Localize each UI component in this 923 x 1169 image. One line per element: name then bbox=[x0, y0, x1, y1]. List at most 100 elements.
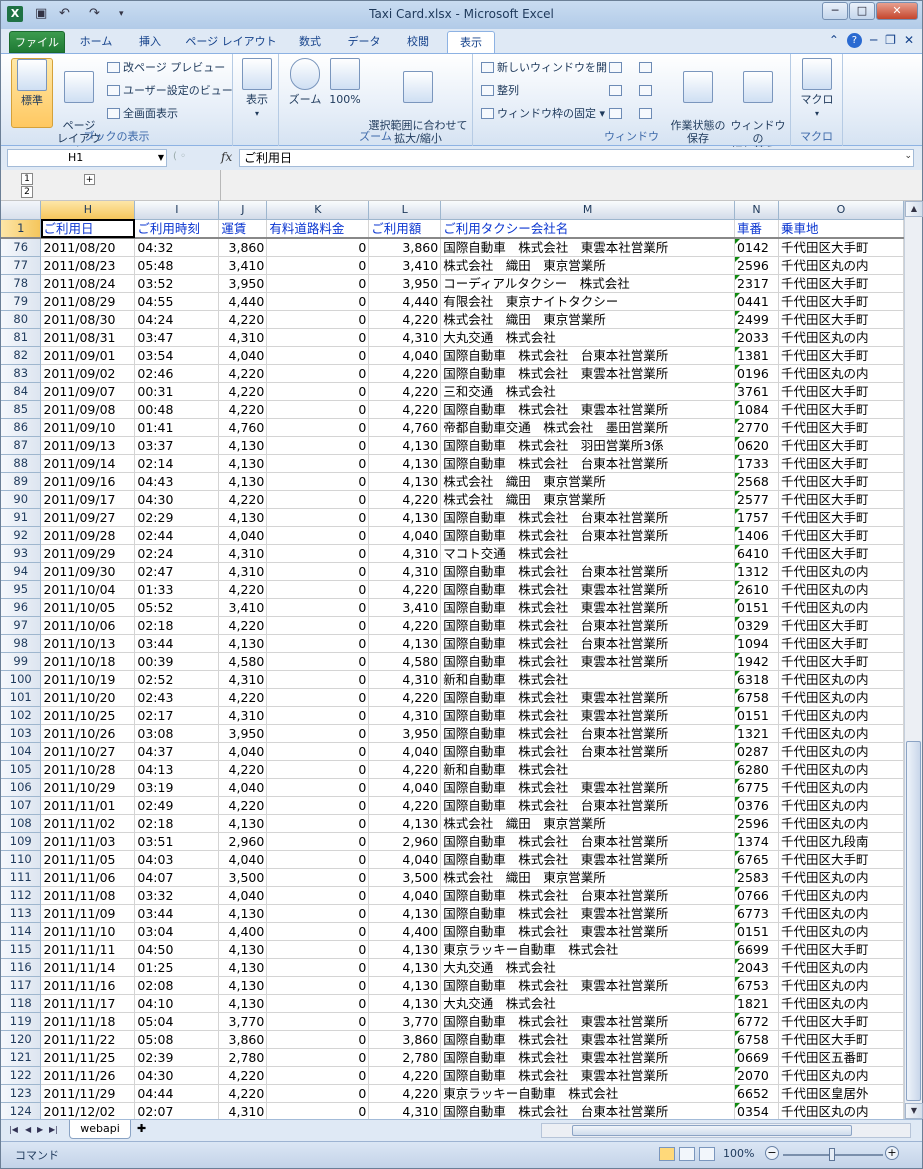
formula-input[interactable]: ご利用日 bbox=[239, 149, 914, 167]
toll-cell[interactable]: 0 bbox=[266, 940, 370, 959]
company-cell[interactable]: 大丸交通 株式会社 bbox=[440, 994, 736, 1013]
date-cell[interactable]: 2011/08/24 bbox=[40, 274, 136, 293]
time-cell[interactable]: 04:30 bbox=[134, 490, 220, 509]
toll-cell[interactable]: 0 bbox=[266, 490, 370, 509]
freeze-panes-button[interactable]: ウィンドウ枠の固定 ▾ bbox=[481, 106, 605, 122]
date-cell[interactable]: 2011/11/10 bbox=[40, 922, 136, 941]
header-cell-fare[interactable]: 運賃 bbox=[218, 219, 268, 238]
toll-cell[interactable]: 0 bbox=[266, 652, 370, 671]
amount-cell[interactable]: 4,310 bbox=[368, 562, 442, 581]
fare-cell[interactable]: 4,440 bbox=[218, 292, 268, 311]
outline-level-2-button[interactable]: 2 bbox=[21, 186, 33, 198]
company-cell[interactable]: 帝都自動車交通 株式会社 墨田営業所 bbox=[440, 418, 736, 437]
row-header[interactable]: 116 bbox=[1, 958, 42, 977]
time-cell[interactable]: 00:48 bbox=[134, 400, 220, 419]
toll-cell[interactable]: 0 bbox=[266, 544, 370, 563]
time-cell[interactable]: 04:55 bbox=[134, 292, 220, 311]
toll-cell[interactable]: 0 bbox=[266, 634, 370, 653]
column-header[interactable]: M bbox=[440, 201, 736, 220]
date-cell[interactable]: 2011/10/20 bbox=[40, 688, 136, 707]
row-header[interactable]: 124 bbox=[1, 1102, 42, 1119]
fare-cell[interactable]: 4,130 bbox=[218, 436, 268, 455]
row-header[interactable]: 81 bbox=[1, 328, 42, 347]
car-number-cell[interactable]: 0669 bbox=[734, 1048, 780, 1067]
page-break-status-icon[interactable] bbox=[699, 1147, 715, 1161]
amount-cell[interactable]: 3,860 bbox=[368, 1030, 442, 1049]
amount-cell[interactable]: 4,440 bbox=[368, 292, 442, 311]
company-cell[interactable]: 国際自動車 株式会社 東雲本社営業所 bbox=[440, 400, 736, 419]
amount-cell[interactable]: 3,860 bbox=[368, 237, 442, 257]
close-button[interactable]: ✕ bbox=[876, 2, 918, 20]
toll-cell[interactable]: 0 bbox=[266, 580, 370, 599]
company-cell[interactable]: 国際自動車 株式会社 東雲本社営業所 bbox=[440, 1030, 736, 1049]
toll-cell[interactable]: 0 bbox=[266, 724, 370, 743]
date-cell[interactable]: 2011/10/28 bbox=[40, 760, 136, 779]
company-cell[interactable]: 国際自動車 株式会社 東雲本社営業所 bbox=[440, 688, 736, 707]
fare-cell[interactable]: 4,220 bbox=[218, 1084, 268, 1103]
row-header[interactable]: 80 bbox=[1, 310, 42, 329]
pickup-cell[interactable]: 千代田区大手町 bbox=[778, 310, 904, 329]
amount-cell[interactable]: 2,960 bbox=[368, 832, 442, 851]
outline-level-1-button[interactable]: 1 bbox=[21, 173, 33, 185]
doc-close-icon[interactable]: ✕ bbox=[904, 33, 914, 48]
date-cell[interactable]: 2011/10/26 bbox=[40, 724, 136, 743]
pickup-cell[interactable]: 千代田区丸の内 bbox=[778, 958, 904, 977]
time-cell[interactable]: 03:19 bbox=[134, 778, 220, 797]
fare-cell[interactable]: 4,310 bbox=[218, 1102, 268, 1119]
date-cell[interactable]: 2011/11/06 bbox=[40, 868, 136, 887]
date-cell[interactable]: 2011/11/29 bbox=[40, 1084, 136, 1103]
row-header[interactable]: 122 bbox=[1, 1066, 42, 1085]
company-cell[interactable]: 国際自動車 株式会社 台東本社営業所 bbox=[440, 634, 736, 653]
amount-cell[interactable]: 4,220 bbox=[368, 760, 442, 779]
amount-cell[interactable]: 3,950 bbox=[368, 724, 442, 743]
amount-cell[interactable]: 4,310 bbox=[368, 544, 442, 563]
fare-cell[interactable]: 4,130 bbox=[218, 634, 268, 653]
fare-cell[interactable]: 4,400 bbox=[218, 922, 268, 941]
fare-cell[interactable]: 4,580 bbox=[218, 652, 268, 671]
normal-view-status-icon[interactable] bbox=[659, 1147, 675, 1161]
date-cell[interactable]: 2011/11/18 bbox=[40, 1012, 136, 1031]
time-cell[interactable]: 01:33 bbox=[134, 580, 220, 599]
car-number-cell[interactable]: 2033 bbox=[734, 328, 780, 347]
company-cell[interactable]: 株式会社 織田 東京営業所 bbox=[440, 490, 736, 509]
amount-cell[interactable]: 3,950 bbox=[368, 274, 442, 293]
toll-cell[interactable]: 0 bbox=[266, 832, 370, 851]
amount-cell[interactable]: 4,220 bbox=[368, 688, 442, 707]
maximize-button[interactable]: □ bbox=[849, 2, 875, 20]
amount-cell[interactable]: 3,770 bbox=[368, 1012, 442, 1031]
column-header[interactable]: N bbox=[734, 201, 780, 220]
amount-cell[interactable]: 4,310 bbox=[368, 706, 442, 725]
company-cell[interactable]: 国際自動車 株式会社 台東本社営業所 bbox=[440, 724, 736, 743]
time-cell[interactable]: 04:24 bbox=[134, 310, 220, 329]
company-cell[interactable]: マコト交通 株式会社 bbox=[440, 544, 736, 563]
toll-cell[interactable]: 0 bbox=[266, 237, 370, 257]
fare-cell[interactable]: 4,220 bbox=[218, 688, 268, 707]
car-number-cell[interactable]: 6772 bbox=[734, 1012, 780, 1031]
row-header[interactable]: 97 bbox=[1, 616, 42, 635]
amount-cell[interactable]: 4,760 bbox=[368, 418, 442, 437]
fare-cell[interactable]: 3,500 bbox=[218, 868, 268, 887]
date-cell[interactable]: 2011/09/02 bbox=[40, 364, 136, 383]
time-cell[interactable]: 02:47 bbox=[134, 562, 220, 581]
date-cell[interactable]: 2011/11/03 bbox=[40, 832, 136, 851]
time-cell[interactable]: 02:29 bbox=[134, 508, 220, 527]
car-number-cell[interactable]: 2568 bbox=[734, 472, 780, 491]
header-cell-toll[interactable]: 有料道路料金 bbox=[266, 219, 370, 238]
pickup-cell[interactable]: 千代田区丸の内 bbox=[778, 922, 904, 941]
row-header[interactable]: 103 bbox=[1, 724, 42, 743]
company-cell[interactable]: 株式会社 織田 東京営業所 bbox=[440, 814, 736, 833]
page-layout-status-icon[interactable] bbox=[679, 1147, 695, 1161]
amount-cell[interactable]: 4,130 bbox=[368, 814, 442, 833]
company-cell[interactable]: 国際自動車 株式会社 台東本社営業所 bbox=[440, 832, 736, 851]
company-cell[interactable]: 国際自動車 株式会社 台東本社営業所 bbox=[440, 796, 736, 815]
unhide-button[interactable] bbox=[609, 106, 625, 122]
pickup-cell[interactable]: 千代田区大手町 bbox=[778, 292, 904, 311]
amount-cell[interactable]: 4,220 bbox=[368, 580, 442, 599]
car-number-cell[interactable]: 2610 bbox=[734, 580, 780, 599]
fare-cell[interactable]: 2,960 bbox=[218, 832, 268, 851]
company-cell[interactable]: 国際自動車 株式会社 台東本社営業所 bbox=[440, 454, 736, 473]
date-cell[interactable]: 2011/08/20 bbox=[40, 237, 136, 257]
date-cell[interactable]: 2011/08/23 bbox=[40, 256, 136, 275]
date-cell[interactable]: 2011/09/30 bbox=[40, 562, 136, 581]
date-cell[interactable]: 2011/08/29 bbox=[40, 292, 136, 311]
